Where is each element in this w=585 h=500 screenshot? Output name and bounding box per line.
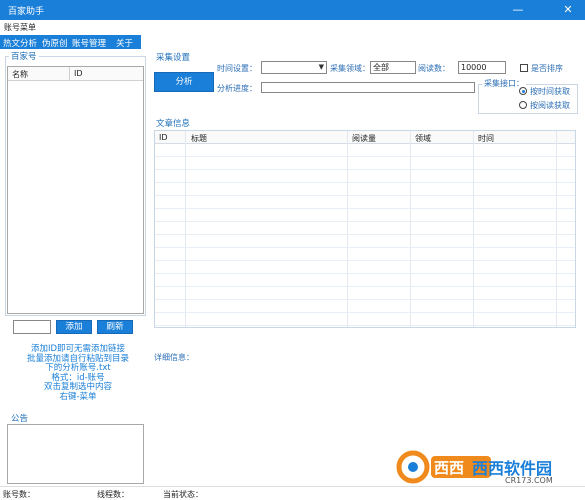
progress-label: 分析进度： [217, 84, 257, 93]
account-id-input[interactable] [13, 320, 51, 334]
domain-field[interactable]: 全部 [370, 61, 416, 74]
col-domain[interactable]: 领域 [415, 133, 431, 144]
col-time[interactable]: 时间 [478, 133, 494, 144]
table-row[interactable] [155, 248, 575, 261]
table-row[interactable] [155, 261, 575, 274]
progress-bar [261, 82, 475, 93]
article-table-header: ID 标题 阅读量 领域 时间 [155, 131, 575, 144]
radio-by-time-label: 按时间获取 [530, 87, 570, 96]
analyze-button[interactable]: 分析 [154, 72, 214, 92]
table-row[interactable] [155, 196, 575, 209]
table-row[interactable] [155, 183, 575, 196]
close-icon: ✕ [563, 3, 573, 16]
time-select[interactable]: ▼ [261, 61, 327, 74]
close-button[interactable]: ✕ [555, 1, 581, 18]
table-row[interactable] [155, 300, 575, 313]
menu-bar: 账号菜单 [0, 20, 585, 34]
col-title[interactable]: 标题 [191, 133, 207, 144]
table-row[interactable] [155, 222, 575, 235]
reads-label: 阅读数： [418, 64, 450, 73]
watermark-url: CR173.COM [505, 476, 553, 485]
instructions: 添加ID即可无需添加链接 批量添加请自行粘贴到目录 下的分析账号.txt 格式：… [8, 344, 148, 402]
time-label: 时间设置： [217, 64, 257, 73]
sort-label: 是否排序 [531, 64, 563, 73]
account-group-label: 百家号 [9, 50, 39, 62]
col-article-id[interactable]: ID [159, 133, 168, 142]
status-bar: 账号数： 线程数： 当前状态： [0, 486, 585, 500]
tab-account-manage[interactable]: 账号管理 [72, 37, 106, 49]
article-info-label: 文章信息 [154, 117, 193, 129]
accounts-count-label: 账号数： [3, 490, 35, 499]
detail-label: 详细信息： [154, 353, 194, 362]
notice-box [7, 424, 144, 484]
tab-rewrite[interactable]: 伪原创 [42, 37, 68, 49]
table-row[interactable] [155, 157, 575, 170]
domain-label: 采集领域： [330, 64, 370, 73]
minimize-button[interactable]: — [505, 1, 531, 18]
notice-label: 公告 [9, 412, 31, 424]
tab-about[interactable]: 关于 [116, 37, 133, 49]
title-bar: 百家助手 — ✕ [0, 0, 585, 20]
minimize-icon: — [512, 3, 524, 16]
col-id[interactable]: ID [74, 69, 83, 78]
table-row[interactable] [155, 274, 575, 287]
table-row[interactable] [155, 313, 575, 326]
logo-dot [408, 462, 418, 472]
main-tabs: 热文分析 伪原创 账号管理 关于 [0, 35, 141, 49]
menu-account[interactable]: 账号菜单 [4, 22, 36, 33]
chevron-down-icon: ▼ [318, 63, 324, 71]
collect-settings-label: 采集设置 [154, 51, 193, 63]
radio-by-reads-label: 按阅读获取 [530, 101, 570, 110]
reads-field[interactable]: 10000 [458, 61, 506, 74]
add-button[interactable]: 添加 [56, 320, 92, 334]
table-row[interactable] [155, 287, 575, 300]
current-state-label: 当前状态： [163, 490, 203, 499]
table-row[interactable] [155, 209, 575, 222]
col-divider [69, 67, 70, 81]
radio-by-time[interactable] [519, 87, 527, 95]
refresh-button[interactable]: 刷新 [97, 320, 133, 334]
table-row[interactable] [155, 235, 575, 248]
watermark-brand-part: 西西 [434, 459, 465, 477]
table-row[interactable] [155, 144, 575, 157]
col-reads[interactable]: 阅读量 [352, 133, 376, 144]
sort-checkbox[interactable] [520, 64, 528, 72]
tab-hot-analysis[interactable]: 热文分析 [3, 37, 37, 49]
account-list-header: 名称 ID [8, 67, 143, 81]
threads-count-label: 线程数： [97, 490, 129, 499]
article-table[interactable]: ID 标题 阅读量 领域 时间 [154, 130, 576, 328]
account-list[interactable]: 名称 ID [7, 66, 144, 314]
window-title: 百家助手 [8, 7, 45, 17]
instruction-line: 右键-菜单 [59, 391, 97, 402]
radio-by-reads[interactable] [519, 101, 527, 109]
table-row[interactable] [155, 170, 575, 183]
col-name[interactable]: 名称 [12, 69, 28, 80]
